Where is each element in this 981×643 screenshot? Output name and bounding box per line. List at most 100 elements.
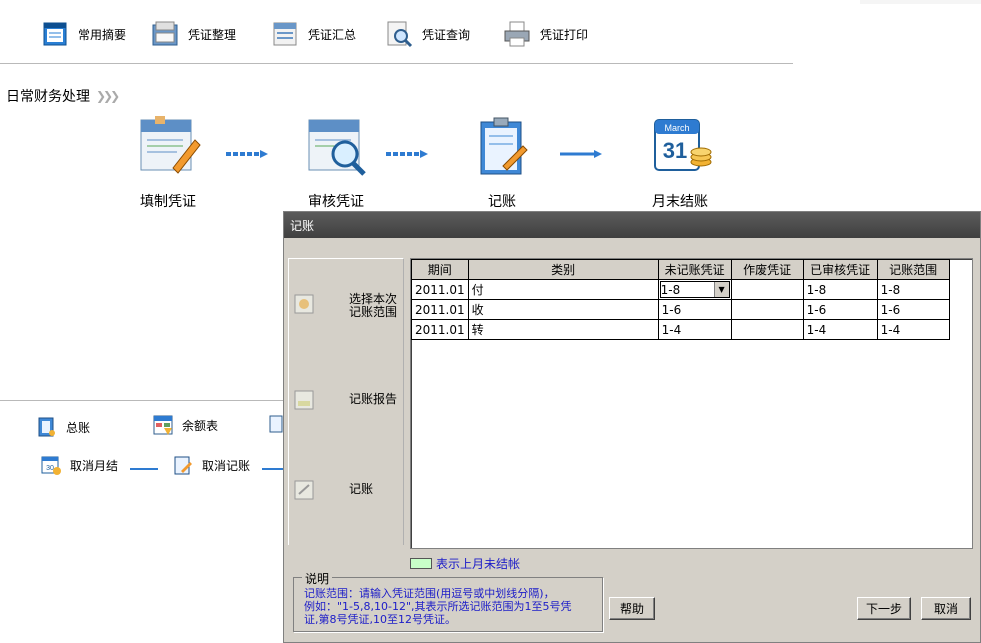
flow-arrow-2 <box>386 150 428 158</box>
cell-range[interactable]: 1-6 <box>876 299 950 320</box>
lower-item-cancel-month-close[interactable]: 30 取消月结 <box>40 454 118 476</box>
top-right-strip <box>860 0 981 4</box>
toolbar-item-query-label: 凭证查询 <box>422 27 471 42</box>
toolbar: 常用摘要 凭证整理 凭证汇总 凭证查询 凭证打印 <box>0 0 981 64</box>
voucher-summary-icon <box>273 22 297 46</box>
toolbar-item-voucher-summary-label: 凭证汇总 <box>308 27 357 42</box>
cancel-button[interactable]: 取消 <box>921 597 971 620</box>
legend: 表示上月未结帐 <box>410 555 520 572</box>
flow-line <box>130 468 158 470</box>
svg-text:March: March <box>664 123 689 133</box>
cell-audited: 1-6 <box>802 299 878 320</box>
flow-audit-voucher[interactable]: 审核凭证 <box>286 112 386 211</box>
table-row[interactable]: 2011.01 转 1-4 1-4 1-4 <box>411 319 950 340</box>
column-header: 期间 <box>411 259 469 280</box>
toolbar-item-organize[interactable]: 凭证整理 <box>150 18 236 50</box>
cell-category: 收 <box>467 299 659 320</box>
calendar-undo-icon: 30 <box>41 456 61 475</box>
table-header-row: 期间 类别 未记账凭证 作废凭证 已审核凭证 记账范围 <box>411 259 950 280</box>
lower-item-balance-sheet-label: 余额表 <box>182 418 219 433</box>
section-title: 日常财务处理 ❯❯❯ <box>6 86 120 106</box>
column-header: 未记账凭证 <box>657 259 732 280</box>
flow-month-end-close[interactable]: March 31 月末结账 <box>630 112 730 211</box>
cell-unposted[interactable]: 1-6 <box>657 299 732 320</box>
posting-dialog: 记账 选择本次 记账范围 记账报告 记账 期间 类别 未记账凭证 作废凭证 已审核… <box>283 211 981 643</box>
toolbar-item-query[interactable]: 凭证查询 <box>384 18 470 50</box>
balance-sheet-icon <box>153 415 173 435</box>
unposted-dropdown-value: 1-8 <box>660 282 681 297</box>
cell-category: 转 <box>467 319 659 340</box>
ledger-book-icon <box>38 417 55 437</box>
flow-arrow-1 <box>226 150 268 158</box>
lower-item-cancel-posting-label: 取消记账 <box>202 458 251 473</box>
step-select-range[interactable]: 选择本次 记账范围 <box>289 291 405 321</box>
column-header: 类别 <box>467 259 659 280</box>
audit-voucher-icon <box>308 119 366 176</box>
section-title-text: 日常财务处理 <box>6 89 90 105</box>
column-header: 记账范围 <box>876 259 950 280</box>
unposted-dropdown[interactable]: 1-8 ▼ <box>659 281 730 298</box>
posting-table: 期间 类别 未记账凭证 作废凭证 已审核凭证 记账范围 2011.01 付 1-… <box>411 259 950 340</box>
cell-period: 2011.01 <box>411 279 469 300</box>
voucher-organize-icon <box>152 21 178 46</box>
voucher-query-icon <box>387 21 413 48</box>
flow-month-end-close-label: 月末结账 <box>652 194 708 210</box>
note-title: 说明 <box>302 570 333 587</box>
partial-icon <box>269 415 283 433</box>
cell-period: 2011.01 <box>411 319 469 340</box>
next-button[interactable]: 下一步 <box>857 597 911 620</box>
month-end-close-icon: March 31 <box>654 119 712 171</box>
flow-line <box>262 468 284 470</box>
table-row[interactable]: 2011.01 付 1-8 ▼ 1-8 1-8 <box>411 279 950 300</box>
voucher-print-icon <box>504 21 530 47</box>
toolbar-item-print[interactable]: 凭证打印 <box>502 18 588 50</box>
cell-category: 付 <box>467 279 659 300</box>
lower-item-cancel-month-close-label: 取消月结 <box>70 458 119 473</box>
legend-swatch <box>410 558 432 569</box>
step-report-icon <box>294 390 314 410</box>
lower-item-cancel-posting[interactable]: 取消记账 <box>172 454 250 476</box>
legend-text: 表示上月未结帐 <box>436 557 521 571</box>
step-report[interactable]: 记账报告 <box>289 387 405 413</box>
flow-fill-voucher-label: 填制凭证 <box>140 194 196 210</box>
cell-voided <box>730 299 804 320</box>
table-row[interactable]: 2011.01 收 1-6 1-6 1-6 <box>411 299 950 320</box>
cell-range[interactable]: 1-4 <box>876 319 950 340</box>
toolbar-item-voucher-summary[interactable]: 凭证汇总 <box>270 18 356 50</box>
column-header: 作废凭证 <box>730 259 804 280</box>
divider <box>0 63 793 64</box>
cell-unposted[interactable]: 1-4 <box>657 319 732 340</box>
note-group: 说明 记账范围：请输入凭证范围(用逗号或中划线分隔)， 例如："1-5,8,10… <box>293 570 603 632</box>
summary-icon <box>43 22 67 46</box>
toolbar-item-summary-label: 常用摘要 <box>78 27 127 42</box>
toolbar-item-print-label: 凭证打印 <box>540 27 589 42</box>
chevron-right-icon: ❯❯❯ <box>96 89 120 103</box>
dialog-title: 记账 <box>284 212 980 238</box>
cell-range[interactable]: 1-8 <box>876 279 950 300</box>
flow-arrow-3 <box>560 150 602 158</box>
step-post[interactable]: 记账 <box>289 477 405 503</box>
step-post-label: 记账 <box>349 482 374 496</box>
note-line: 例如："1-5,8,10-12",其表示所选记账范围为1至5号凭 <box>304 600 572 613</box>
flow-post-ledger-label: 记账 <box>488 194 516 210</box>
flow-audit-voucher-label: 审核凭证 <box>308 194 364 210</box>
chevron-down-icon[interactable]: ▼ <box>713 282 729 297</box>
cell-voided <box>730 279 804 300</box>
toolbar-item-organize-label: 凭证整理 <box>188 27 237 42</box>
lower-item-general-ledger-label: 总账 <box>66 420 91 435</box>
help-button[interactable]: 帮助 <box>609 597 655 620</box>
note-line: 证,第8号凭证,10至12号凭证。 <box>304 613 456 626</box>
cell-period: 2011.01 <box>411 299 469 320</box>
flow-post-ledger[interactable]: 记账 <box>452 112 552 211</box>
lower-item-general-ledger[interactable]: 总账 <box>36 416 90 438</box>
cell-voided <box>730 319 804 340</box>
cell-unposted[interactable]: 1-8 ▼ <box>657 279 732 300</box>
column-header: 已审核凭证 <box>802 259 878 280</box>
lower-item-balance-sheet[interactable]: 余额表 <box>152 414 218 436</box>
step-report-label: 记账报告 <box>349 392 398 406</box>
flow-fill-voucher[interactable]: 填制凭证 <box>118 112 218 211</box>
step-range-icon <box>294 294 314 314</box>
toolbar-item-summary[interactable]: 常用摘要 <box>40 18 126 50</box>
note-line: 记账范围：请输入凭证范围(用逗号或中划线分隔)， <box>304 587 555 600</box>
svg-text:31: 31 <box>663 138 687 163</box>
